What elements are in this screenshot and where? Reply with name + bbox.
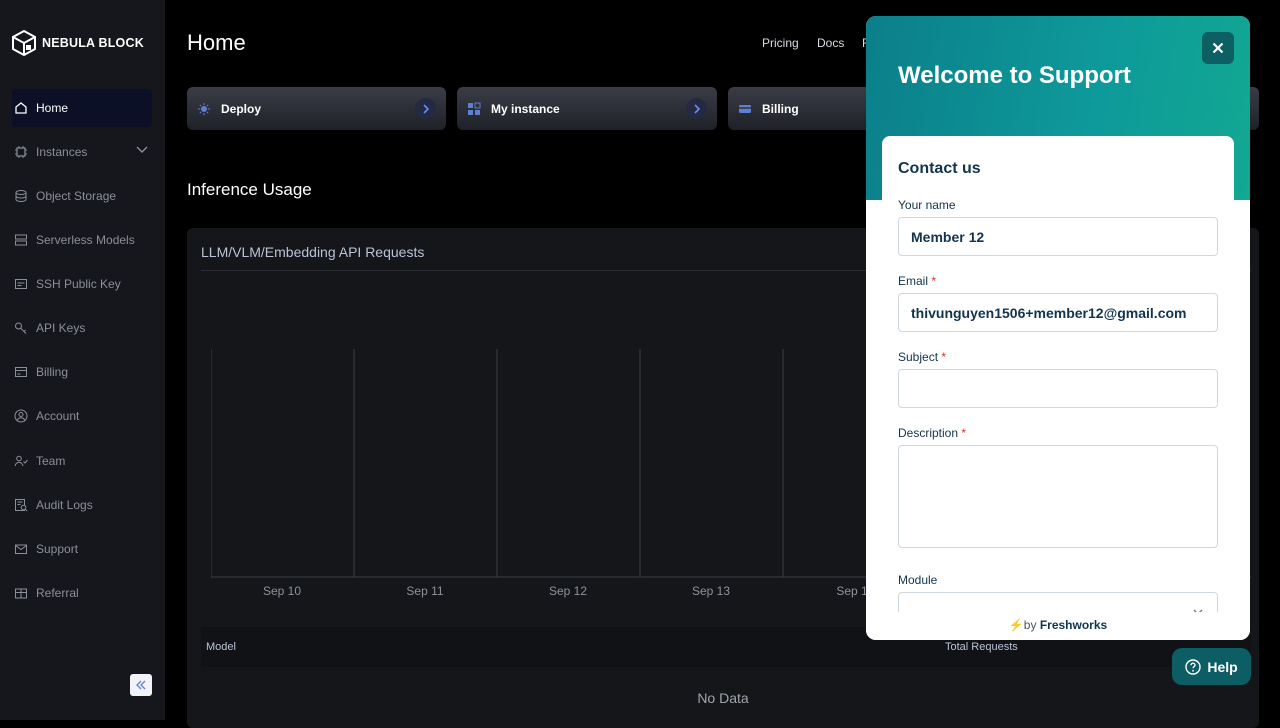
x-tick-label: Sep 13 xyxy=(691,584,731,598)
chevron-right-icon xyxy=(686,98,707,119)
logo-text: NEBULA BLOCK xyxy=(42,36,144,50)
required-mark: * xyxy=(931,274,937,288)
description-field[interactable] xyxy=(898,445,1218,548)
help-icon xyxy=(1185,658,1202,675)
email-label: Email * xyxy=(898,274,936,288)
required-mark: * xyxy=(961,426,967,440)
chevron-down-icon[interactable] xyxy=(136,146,148,154)
server-icon xyxy=(15,234,27,246)
description-label-text: Description xyxy=(898,426,959,440)
email-label-text: Email xyxy=(898,274,929,288)
chevron-right-icon xyxy=(415,98,436,119)
sidebar-item-label: Account xyxy=(36,409,80,423)
bolt-icon: ⚡ xyxy=(1008,618,1024,632)
sidebar-item-label: Billing xyxy=(36,365,69,379)
sidebar: NEBULA BLOCK Home Instances Object Stora… xyxy=(0,0,165,720)
form-title: Contact us xyxy=(898,160,981,177)
mail-icon xyxy=(15,544,27,554)
help-label: Help xyxy=(1207,658,1238,675)
sidebar-item-referral[interactable]: Referral xyxy=(12,574,152,612)
sidebar-item-api-keys[interactable]: API Keys xyxy=(12,309,152,347)
sidebar-item-ssh-public-key[interactable]: SSH Public Key xyxy=(12,265,152,303)
x-tick-label: Sep 10 xyxy=(262,584,302,598)
nav-link-docs[interactable]: Docs xyxy=(817,36,844,50)
section-title: Inference Usage xyxy=(187,180,312,199)
deploy-icon xyxy=(198,102,210,115)
nebula-logo-icon xyxy=(12,30,36,56)
description-label: Description * xyxy=(898,426,966,440)
quick-action-label: My instance xyxy=(491,101,560,116)
chip-icon xyxy=(15,146,27,158)
logo[interactable]: NEBULA BLOCK xyxy=(12,30,144,56)
footer-prefix: by xyxy=(1023,618,1037,632)
collapse-sidebar-button[interactable] xyxy=(130,674,152,696)
x-tick-label: Sep 12 xyxy=(548,584,588,598)
module-label: Module xyxy=(898,573,938,587)
subject-label-text: Subject xyxy=(898,350,939,364)
quick-action-my-instance[interactable]: My instance xyxy=(457,87,717,130)
user-icon xyxy=(14,409,28,423)
sidebar-item-home[interactable]: Home xyxy=(12,89,152,127)
column-header-total-requests: Total Requests xyxy=(945,641,1018,653)
sidebar-item-object-storage[interactable]: Object Storage xyxy=(12,177,152,215)
gift-icon xyxy=(15,588,27,599)
sidebar-item-label: Referral xyxy=(36,586,79,600)
sidebar-item-label: Serverless Models xyxy=(36,233,135,247)
widget-title: Welcome to Support xyxy=(898,62,1131,89)
sidebar-item-label: Home xyxy=(36,101,69,115)
ssh-key-icon xyxy=(15,279,27,289)
card-icon xyxy=(739,104,751,113)
help-button[interactable]: Help xyxy=(1172,648,1251,685)
sidebar-item-audit-logs[interactable]: Audit Logs xyxy=(12,486,152,524)
quick-action-deploy[interactable]: Deploy xyxy=(187,87,446,130)
sidebar-item-support[interactable]: Support xyxy=(12,530,152,568)
sidebar-item-account[interactable]: Account xyxy=(12,397,152,435)
freshworks-link[interactable]: Freshworks xyxy=(1040,618,1107,632)
sidebar-item-label: Support xyxy=(36,542,79,556)
sidebar-item-billing[interactable]: Billing xyxy=(12,353,152,391)
sidebar-item-serverless-models[interactable]: Serverless Models xyxy=(12,221,152,259)
sidebar-item-label: SSH Public Key xyxy=(36,277,121,291)
contact-form: Contact us Your name Member 12 Email * t… xyxy=(882,136,1234,636)
sidebar-item-label: API Keys xyxy=(36,321,86,335)
sidebar-item-label: Instances xyxy=(36,145,88,159)
name-label-text: Your name xyxy=(898,198,956,212)
billing-icon xyxy=(15,367,27,377)
subject-label: Subject * xyxy=(898,350,946,364)
double-chevron-left-icon xyxy=(136,680,146,690)
close-button[interactable] xyxy=(1202,32,1234,64)
home-icon xyxy=(15,102,27,114)
subject-field[interactable] xyxy=(898,369,1218,408)
x-tick-label: Sep 1 xyxy=(836,584,868,598)
card-title: LLM/VLM/Embedding API Requests xyxy=(201,244,425,260)
sidebar-item-label: Object Storage xyxy=(36,189,117,203)
name-label: Your name xyxy=(898,198,956,212)
email-field[interactable]: thivunguyen1506+member12@gmail.com xyxy=(898,293,1218,332)
sidebar-item-instances[interactable]: Instances xyxy=(12,133,152,171)
sidebar-item-team[interactable]: Team xyxy=(12,442,152,480)
nav-link-pricing[interactable]: Pricing xyxy=(762,36,799,50)
name-field[interactable]: Member 12 xyxy=(898,217,1218,256)
empty-state: No Data xyxy=(697,690,749,706)
key-icon xyxy=(15,322,27,334)
required-mark: * xyxy=(941,350,947,364)
audit-log-icon xyxy=(15,499,28,512)
database-icon xyxy=(15,190,27,203)
close-icon xyxy=(1212,42,1224,54)
sidebar-item-label: Audit Logs xyxy=(36,498,93,512)
team-icon xyxy=(14,455,28,467)
page-title: Home xyxy=(187,30,246,55)
quick-action-label: Billing xyxy=(762,101,799,116)
sidebar-item-label: Team xyxy=(36,454,66,468)
column-header-model: Model xyxy=(206,641,236,653)
x-tick-label: Sep 11 xyxy=(406,584,444,598)
widget-footer: ⚡by Freshworks xyxy=(866,612,1250,640)
grid-icon xyxy=(468,102,481,115)
quick-action-label: Deploy xyxy=(221,101,262,116)
support-widget: Welcome to Support Contact us Your name … xyxy=(866,16,1250,640)
